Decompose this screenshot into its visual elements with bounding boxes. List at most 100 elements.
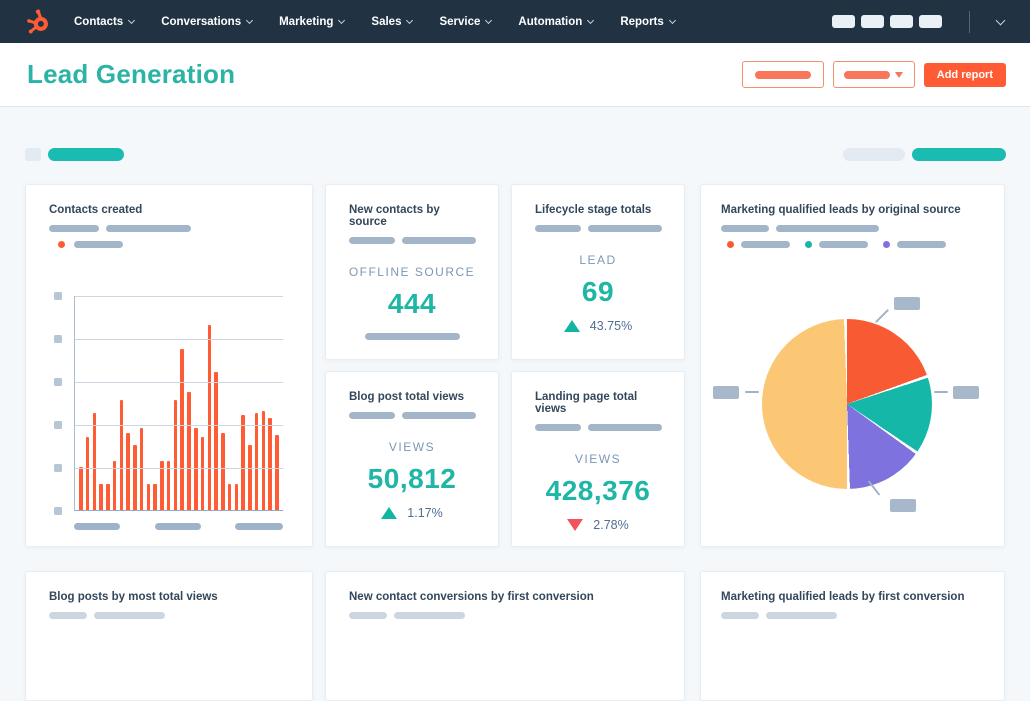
nav-item-marketing[interactable]: Marketing [279, 15, 346, 28]
button-label-placeholder [844, 70, 891, 79]
legend-label-placeholder [74, 241, 123, 248]
placeholder-bar [766, 612, 837, 619]
hubspot-logo-icon[interactable] [24, 7, 54, 37]
pie-chart[interactable] [762, 319, 932, 489]
bar[interactable] [146, 484, 151, 510]
nav-item-label: Reports [620, 15, 664, 28]
nav-tool-icon-placeholder[interactable] [861, 15, 884, 28]
nav-item-contacts[interactable]: Contacts [74, 16, 136, 28]
date-range-filter-pill[interactable] [48, 147, 124, 161]
card-subtitle-placeholder [349, 612, 664, 619]
bar[interactable] [85, 437, 90, 510]
placeholder-bar [402, 237, 476, 244]
gridline [75, 296, 283, 297]
filter-group-right [843, 147, 1006, 161]
bar[interactable] [139, 428, 144, 510]
legend-entry [727, 241, 790, 248]
card-title: Marketing qualified leads by original so… [721, 204, 961, 216]
bar[interactable] [241, 415, 245, 510]
nav-tool-icon-placeholder[interactable] [890, 15, 913, 28]
pie-callout-label [894, 297, 920, 310]
kpi-delta: 2.78% [512, 518, 684, 532]
owner-filter-pill[interactable] [912, 147, 1006, 161]
pie-callout-label [890, 499, 916, 512]
placeholder-bar [535, 424, 581, 431]
x-axis-labels [74, 523, 283, 530]
gridline [75, 468, 283, 469]
page-title: Lead Generation [27, 59, 236, 89]
card-title: Blog posts by most total views [49, 591, 218, 603]
bar[interactable] [133, 445, 137, 510]
nav-tool-icon-placeholder[interactable] [832, 15, 855, 28]
nav-item-conversations[interactable]: Conversations [161, 16, 254, 28]
legend-label-placeholder [819, 241, 868, 248]
nav-item-label: Marketing [279, 15, 334, 28]
bar[interactable] [207, 325, 212, 510]
kpi-breakdown-label: OFFLINE SOURCE [348, 265, 476, 279]
card-lifecycle-stage-totals: Lifecycle stage totals LEAD 69 43.75% [511, 184, 685, 360]
dropdown-caret-icon [895, 71, 904, 78]
bar[interactable] [180, 349, 184, 510]
bar[interactable] [234, 484, 239, 510]
card-subtitle-placeholder [721, 612, 984, 619]
bar[interactable] [153, 484, 157, 510]
kpi-breakdown-label: LEAD [579, 253, 617, 267]
y-axis-tick-placeholder [54, 292, 62, 300]
placeholder-bar [349, 612, 387, 619]
placeholder-bar [49, 225, 99, 232]
bar[interactable] [254, 413, 259, 510]
bar-series [75, 295, 283, 510]
bar[interactable] [248, 445, 252, 510]
filter-chip-placeholder[interactable] [843, 147, 905, 161]
y-axis-tick-placeholder [54, 421, 62, 429]
nav-item-sales[interactable]: Sales [371, 16, 414, 28]
account-chevron-down-icon[interactable] [995, 15, 1006, 25]
bar[interactable] [92, 413, 97, 510]
bar[interactable] [194, 428, 198, 510]
add-report-button[interactable]: Add report [923, 62, 1006, 87]
kpi-delta: 1.17% [326, 506, 498, 520]
card-title: Contacts created [49, 204, 143, 216]
bar[interactable] [214, 372, 218, 510]
legend-entry [805, 241, 868, 248]
nav-item-service[interactable]: Service [439, 16, 493, 28]
card-new-contact-conversions: New contact conversions by first convers… [325, 571, 685, 701]
kpi-value: 69 [581, 276, 615, 307]
dashboard-action-button[interactable] [741, 61, 824, 88]
bar[interactable] [106, 484, 110, 510]
pie-legend-dot [883, 241, 890, 248]
delta-value: 2.78% [593, 518, 629, 532]
nav-item-reports[interactable]: Reports [620, 15, 676, 28]
bar[interactable] [275, 435, 279, 510]
bar[interactable] [268, 418, 272, 510]
chevron-down-icon [668, 16, 676, 24]
dashboard-dropdown-button[interactable] [832, 61, 915, 88]
nav-tool-icon-placeholder[interactable] [919, 15, 942, 28]
filter-chip-placeholder[interactable] [25, 147, 41, 161]
nav-item-automation[interactable]: Automation [518, 16, 595, 28]
bar[interactable] [227, 484, 232, 510]
chevron-down-icon [246, 16, 254, 24]
bar[interactable] [187, 392, 191, 510]
bar[interactable] [79, 467, 83, 510]
placeholder-bar [349, 412, 395, 419]
card-subtitle-placeholder [721, 225, 984, 232]
bar[interactable] [126, 433, 130, 510]
legend-entry [883, 241, 946, 248]
chevron-down-icon [485, 16, 493, 24]
card-blog-posts-by-most-total-views: Blog posts by most total views [25, 571, 313, 701]
bar[interactable] [99, 484, 103, 510]
placeholder-bar [402, 412, 476, 419]
bar[interactable] [221, 433, 225, 510]
gridline [75, 425, 283, 426]
delta-direction-icon [567, 519, 584, 531]
placeholder-bar [721, 225, 769, 232]
bar[interactable] [173, 400, 178, 510]
kpi-value: 444 [387, 288, 437, 319]
bar[interactable] [200, 437, 205, 510]
placeholder-bar [776, 225, 879, 232]
y-axis-tick-placeholder [54, 378, 62, 386]
bar[interactable] [119, 400, 124, 510]
placeholder-bar [721, 612, 759, 619]
kpi-breakdown-label: VIEWS [388, 440, 436, 454]
